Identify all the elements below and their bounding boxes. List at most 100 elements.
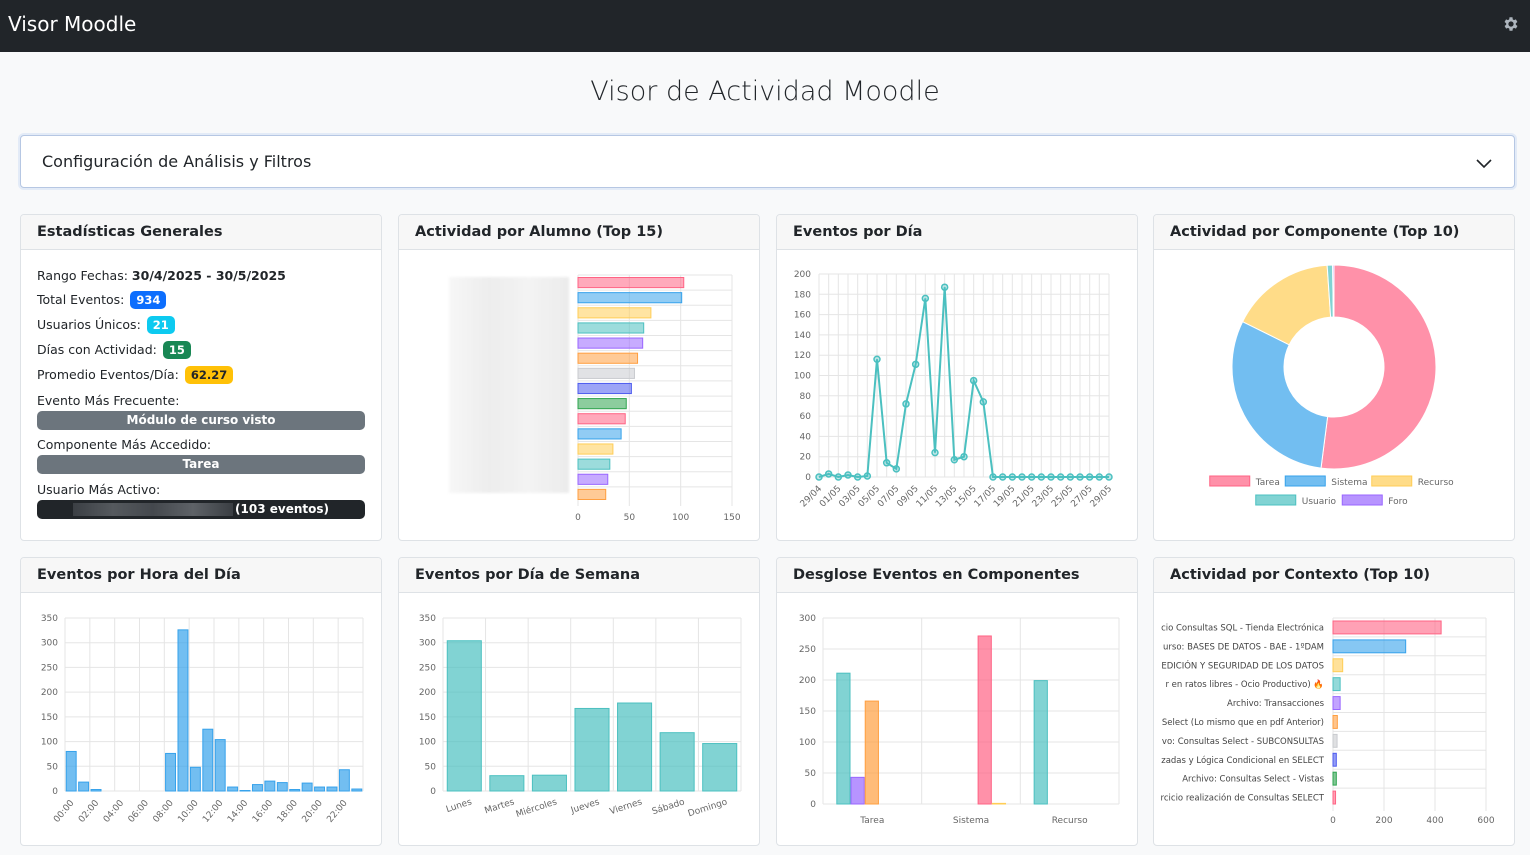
daily-point: [902, 400, 910, 408]
students-card-body: 0 50 100 150: [399, 250, 759, 540]
context-bar: [1332, 677, 1341, 692]
daily-average-badge: 62.27: [184, 366, 234, 384]
breakdown-bar: [991, 802, 1007, 805]
y-tick-label: 100: [799, 738, 816, 748]
y-tick-label: 350: [419, 614, 436, 624]
hourly-chart: 0 50 100 150 200 250 300 350 00:00 02:00 04:00 06:0…: [41, 614, 364, 825]
daily-point: [1037, 473, 1046, 481]
x-tick-label: 12:00: [201, 798, 226, 825]
x-tick-label: Recurso: [1052, 816, 1088, 826]
context-card: Actividad por Contexto (Top 10) 0 200 400 6…: [1153, 557, 1515, 846]
x-tick-label: 200: [1375, 816, 1392, 826]
daily-point: [873, 355, 881, 364]
daily-point: [815, 473, 823, 481]
legend-label: Usuario: [1302, 497, 1337, 507]
y-tick-label: 0: [52, 787, 58, 797]
hourly-bar: [177, 629, 189, 792]
x-tick-label: 04:00: [102, 798, 127, 825]
top-navbar: Visor Moodle: [0, 0, 1530, 52]
components-card-title: Actividad por Componente (Top 10): [1154, 215, 1514, 250]
x-tick-label: Miércoles: [515, 796, 559, 820]
x-tick-label: 400: [1426, 816, 1443, 826]
weekday-bar: [446, 640, 482, 792]
daily-point: [834, 473, 843, 481]
hourly-bar: [276, 782, 288, 792]
student-bar: [577, 337, 644, 349]
weekday-card-body: 0 50 100 150 200 250 300 350 Lunes Martes Miércole…: [399, 593, 759, 845]
y-tick-label: urso: BASES DE DATOS - BAE - 1ºDAM: [1163, 642, 1324, 652]
student-bar: [577, 292, 683, 304]
weekday-bar: [617, 702, 653, 792]
daily-point: [1085, 473, 1094, 481]
legend-swatch: [1209, 475, 1251, 487]
context-bar: [1332, 620, 1442, 635]
unique-users-badge: 21: [146, 316, 175, 334]
breakdown-bar: [836, 672, 851, 805]
daily-card-title: Eventos por Día: [777, 215, 1137, 250]
components-card-body: Tarea Sistema Recurso Usuario Foro: [1154, 250, 1514, 540]
context-bar: [1332, 639, 1407, 654]
student-bar: [577, 367, 635, 379]
filters-accordion[interactable]: Configuración de Análisis y Filtros: [20, 135, 1515, 188]
daily-point: [921, 294, 930, 303]
x-tick-label: 100: [672, 513, 689, 523]
app-title[interactable]: Visor Moodle: [8, 12, 136, 36]
x-tick-label: 00:00: [52, 798, 77, 825]
legend-label: Foro: [1388, 497, 1408, 507]
daily-point: [940, 283, 949, 291]
x-tick-label: 50: [624, 513, 636, 523]
x-tick-label: 20:00: [301, 798, 326, 825]
breakdown-bar: [977, 635, 992, 805]
y-tick-label: Archivo: Consultas Select - Vistas: [1182, 775, 1324, 785]
y-tick-label: 100: [41, 738, 58, 748]
daily-point: [989, 473, 997, 481]
hourly-bar: [165, 752, 177, 792]
y-tick-label: 50: [425, 762, 437, 772]
student-bar: [577, 443, 614, 455]
stat-total-events-label: Total Eventos:: [37, 292, 125, 307]
student-bar: [577, 352, 639, 364]
stat-daily-average-label: Promedio Eventos/Día:: [37, 367, 179, 382]
y-tick-label: 50: [805, 769, 817, 779]
components-chart: Tarea Sistema Recurso Usuario Foro: [1209, 264, 1454, 507]
stat-date-range-label: Rango Fechas:: [37, 268, 128, 283]
donut-slice: [1231, 320, 1329, 469]
y-tick-label: 300: [41, 639, 58, 649]
daily-point: [853, 473, 862, 481]
x-tick-label: 14:00: [226, 798, 251, 825]
y-tick-label: vo: Consultas Select - SUBCONSULTAS: [1162, 737, 1324, 747]
daily-point: [863, 472, 872, 480]
student-bar: [577, 277, 685, 289]
legend-label: Tarea: [1255, 478, 1280, 488]
x-tick-label: Jueves: [569, 797, 601, 816]
hourly-bar: [338, 769, 350, 792]
weekday-bar: [659, 732, 695, 792]
y-tick-label: 80: [800, 392, 812, 402]
chevron-down-icon[interactable]: [1474, 153, 1494, 173]
hourly-bar: [214, 739, 226, 792]
daily-point: [1056, 473, 1065, 481]
context-card-body: 0 200 400 600 cio Consultas SQL - Tienda Ele…: [1154, 593, 1514, 845]
daily-card-body: 0 20 40 60 80 100 120 140 160 180 200 29/04 01/05 03/…: [777, 250, 1137, 540]
x-tick-label: 08:00: [152, 798, 177, 825]
daily-point: [931, 448, 939, 457]
context-bar: [1332, 733, 1338, 748]
filters-accordion-label[interactable]: Configuración de Análisis y Filtros: [42, 152, 311, 171]
active-user-count: (103 eventos): [235, 502, 329, 516]
breakdown-bar: [1033, 680, 1048, 805]
y-tick-label: 150: [41, 713, 58, 723]
y-tick-label: 300: [799, 614, 816, 624]
stats-card: Estadísticas Generales Rango Fechas: 30/…: [20, 214, 382, 541]
y-tick-label: 0: [430, 787, 436, 797]
breakdown-bar: [864, 700, 879, 805]
y-tick-label: Archivo: Transacciones: [1227, 699, 1325, 709]
x-tick-label: Sábado: [651, 797, 687, 817]
legend-swatch: [1341, 494, 1383, 506]
y-tick-label: 200: [794, 270, 811, 280]
daily-point: [1018, 473, 1026, 481]
y-tick-label: 140: [794, 331, 811, 341]
gear-icon[interactable]: [1502, 15, 1520, 33]
y-tick-label: 60: [800, 412, 812, 422]
stat-active-days-label: Días con Actividad:: [37, 342, 157, 357]
student-bar: [577, 428, 622, 440]
